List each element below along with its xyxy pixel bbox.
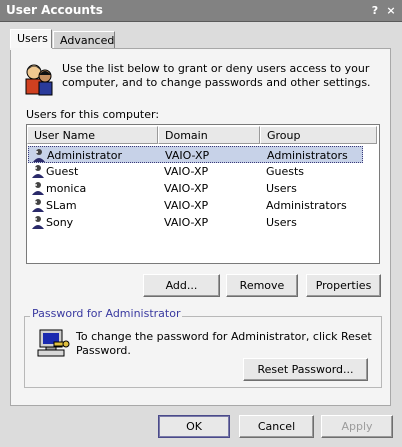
user-domain: VAIO-XP (164, 182, 209, 195)
close-button[interactable]: × (384, 4, 398, 18)
apply-button[interactable]: Apply (321, 415, 393, 438)
properties-button[interactable]: Properties (306, 274, 381, 297)
user-name: Administrator (47, 149, 122, 162)
remove-user-button[interactable]: Remove (226, 274, 298, 297)
user-domain: VAIO-XP (164, 216, 209, 229)
users-icon (20, 62, 56, 98)
user-domain: VAIO-XP (164, 165, 209, 178)
tab-advanced-label: Advanced (60, 34, 115, 47)
tab-join (10, 48, 52, 50)
column-header-user-name[interactable]: User Name (27, 126, 158, 144)
computer-key-icon (36, 328, 70, 360)
user-group: Administrators (266, 199, 347, 212)
intro-text: Use the list below to grant or deny user… (62, 62, 371, 89)
user-row-guest[interactable]: Guest VAIO-XP Guests (28, 163, 363, 180)
user-row-sony[interactable]: Sony VAIO-XP Users (28, 214, 363, 231)
add-user-button[interactable]: Add... (143, 274, 220, 297)
user-name: Guest (46, 165, 79, 178)
user-row-slam[interactable]: SLam VAIO-XP Administrators (28, 197, 363, 214)
user-name: SLam (46, 199, 77, 212)
password-instructions: To change the password for Administrator… (76, 330, 372, 357)
reset-password-button[interactable]: Reset Password... (243, 358, 368, 381)
user-name: Sony (46, 216, 74, 229)
title-bar: User Accounts ? × (0, 0, 402, 22)
tab-users[interactable]: Users (10, 29, 52, 50)
user-group: Users (266, 182, 297, 195)
user-domain: VAIO-XP (164, 199, 209, 212)
user-group: Administrators (267, 149, 348, 162)
user-domain: VAIO-XP (165, 149, 210, 162)
password-group-label: Password for Administrator (30, 307, 183, 320)
user-row-administrator[interactable]: Administrator VAIO-XP Administrators (28, 146, 363, 163)
user-icon (31, 215, 45, 234)
user-name: monica (46, 182, 87, 195)
user-group: Users (266, 216, 297, 229)
column-header-group[interactable]: Group (260, 126, 377, 144)
column-header-domain[interactable]: Domain (158, 126, 260, 144)
user-group: Guests (266, 165, 305, 178)
cancel-button[interactable]: Cancel (239, 415, 314, 438)
ok-button[interactable]: OK (158, 415, 230, 438)
help-button[interactable]: ? (368, 4, 382, 18)
window-title: User Accounts (6, 3, 103, 17)
user-row-monica[interactable]: monica VAIO-XP Users (28, 180, 363, 197)
users-list-label: Users for this computer: (26, 108, 160, 121)
tab-users-label: Users (17, 32, 48, 45)
